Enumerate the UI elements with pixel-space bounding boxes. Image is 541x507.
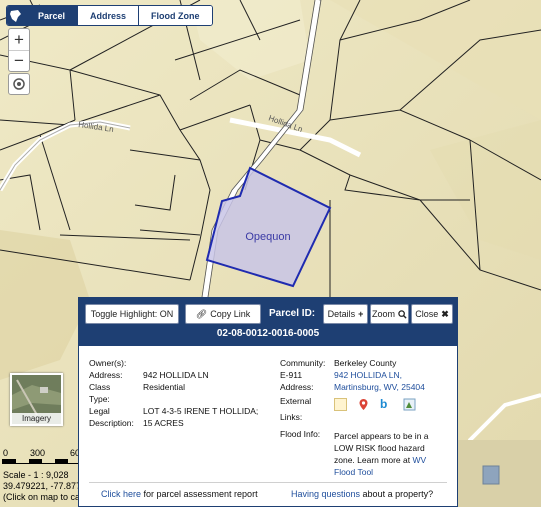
- flood-text-line2: LOW RISK flood hazard: [334, 443, 425, 453]
- class-label: Class: [89, 382, 111, 392]
- details-label: Details: [327, 309, 356, 319]
- legal-value-line1: LOT 4-3-5 IRENE T HOLLIDA;: [143, 406, 259, 416]
- close-button[interactable]: Close ✖︎: [411, 304, 453, 324]
- toggle-highlight-button[interactable]: Toggle Highlight: ON: [85, 304, 179, 324]
- popup-header: Toggle Highlight: ON 🔗︎ Copy Link Parcel…: [79, 298, 457, 346]
- scale-bar: [2, 459, 80, 464]
- flood-info-text: Parcel appears to be in a LOW RISK flood…: [334, 430, 434, 478]
- flood-info-label: Flood Info:: [280, 429, 321, 439]
- address-value: 942 HOLLIDA LN: [143, 370, 209, 380]
- assessment-report-suffix: for parcel assessment report: [141, 489, 258, 499]
- e911-address-line2[interactable]: Martinsburg, WV, 25404: [334, 382, 425, 393]
- questions-suffix: about a property?: [360, 489, 434, 499]
- toggle-highlight-label: Toggle Highlight: ON: [90, 309, 174, 319]
- scale-text: Scale - 1 : 9,028: [3, 470, 69, 480]
- owner-label: Owner(s):: [89, 358, 127, 368]
- community-value: Berkeley County: [334, 358, 397, 368]
- flood-text-learn-more: zone. Learn more at: [334, 455, 413, 465]
- wv-logo-icon: [7, 6, 25, 25]
- street-view-icon[interactable]: [403, 398, 416, 411]
- zoom-control: + −: [8, 28, 30, 72]
- coordinates-text: 39.479221, -77.8779: [3, 481, 87, 491]
- bing-maps-icon[interactable]: b: [380, 398, 393, 411]
- close-label: Close: [415, 309, 439, 319]
- imagery-basemap-toggle[interactable]: Imagery: [10, 373, 63, 426]
- county-map-icon[interactable]: [334, 398, 347, 411]
- questions-text: Having questions about a property?: [291, 489, 433, 499]
- link-icon: 🔗︎: [195, 308, 208, 319]
- external-links: b: [334, 398, 416, 411]
- links-label: Links:: [280, 412, 303, 422]
- description-label: Description:: [89, 418, 134, 428]
- tab-flood-zone[interactable]: Flood Zone: [138, 6, 212, 25]
- scale-tick-300: 300: [30, 448, 46, 458]
- scale-tick-0: 0: [3, 448, 9, 458]
- google-maps-icon[interactable]: [357, 398, 370, 411]
- parcel-id-label: Parcel ID:: [269, 308, 316, 319]
- copy-link-label: Copy Link: [210, 309, 251, 319]
- map-hint-text: (Click on map to ca: [3, 492, 81, 502]
- e911-address-label: Address:: [280, 382, 314, 392]
- parcel-id-value: 02-08-0012-0016-0005: [216, 328, 320, 339]
- tab-bar: Parcel Address Flood Zone: [6, 5, 213, 26]
- legal-value-line2: 15 ACRES: [143, 418, 184, 428]
- parcel-label: Opequon: [245, 231, 290, 243]
- imagery-label: Imagery: [12, 413, 61, 424]
- close-icon: ✖︎: [441, 308, 449, 319]
- popup-divider: [89, 482, 447, 483]
- class-value: Residential: [143, 382, 186, 392]
- flood-text-line1: Parcel appears to be in a: [334, 431, 429, 441]
- tab-parcel[interactable]: Parcel: [25, 6, 78, 25]
- external-label: External: [280, 396, 312, 406]
- crosshair-icon: [13, 78, 25, 90]
- flood-tool-link-part1[interactable]: WV: [412, 455, 426, 465]
- e911-label: E-911: [280, 370, 303, 380]
- type-label: Type:: [89, 394, 110, 404]
- flood-tool-link-part2[interactable]: Flood Tool: [334, 466, 434, 478]
- locate-button[interactable]: [8, 73, 30, 95]
- zoom-to-parcel-button[interactable]: Zoom: [370, 304, 409, 324]
- copy-link-button[interactable]: 🔗︎ Copy Link: [185, 304, 261, 324]
- tab-address[interactable]: Address: [77, 6, 139, 25]
- address-label: Address:: [89, 370, 123, 380]
- assessment-report-link[interactable]: Click here: [101, 489, 141, 499]
- e911-address-line1[interactable]: 942 HOLLIDA LN,: [334, 370, 402, 381]
- flood-text-line3: zone. Learn more at WV: [334, 454, 434, 466]
- zoom-in-button[interactable]: +: [9, 29, 29, 50]
- details-button[interactable]: Details +: [323, 304, 368, 324]
- assessment-report-text: Click here for parcel assessment report: [101, 489, 258, 499]
- magnifier-icon: [398, 309, 407, 319]
- legal-label: Legal: [89, 406, 110, 416]
- community-label: Community:: [280, 358, 326, 368]
- plus-icon: +: [358, 309, 364, 319]
- parcel-popup: Toggle Highlight: ON 🔗︎ Copy Link Parcel…: [78, 297, 458, 507]
- zoom-label: Zoom: [371, 309, 395, 319]
- zoom-out-button[interactable]: −: [9, 50, 29, 71]
- questions-link[interactable]: Having questions: [291, 489, 360, 499]
